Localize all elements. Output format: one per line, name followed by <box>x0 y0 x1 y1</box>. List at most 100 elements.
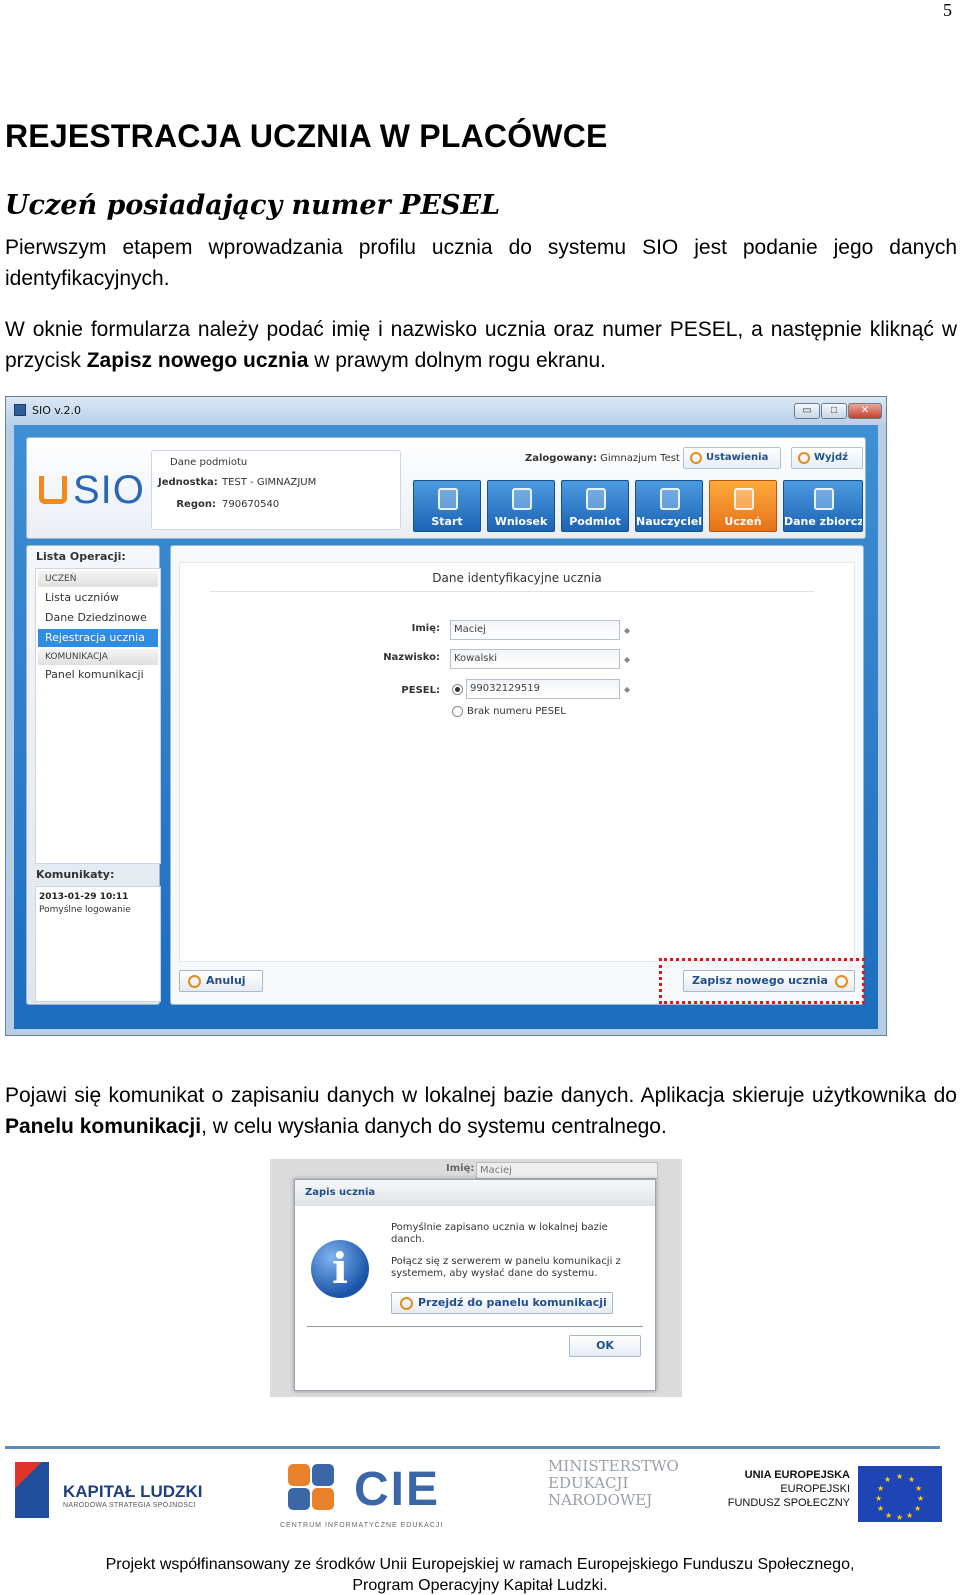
cie-square-icon <box>288 1488 310 1510</box>
info-icon: i <box>311 1240 369 1298</box>
first-name-input[interactable]: Maciej <box>450 620 620 640</box>
maximize-button[interactable]: □ <box>821 403 847 419</box>
message-time: 2013-01-29 10:11 <box>39 892 129 902</box>
men-logo: MINISTERSTWO EDUKACJI NARODOWEJ <box>548 1458 698 1528</box>
unit-label: Jednostka: <box>158 477 218 488</box>
document-title: REJESTRACJA UCZNIA W PLACÓWCE <box>5 118 608 154</box>
logged-in-info: Zalogowany: Gimnazjum Test <box>525 453 680 464</box>
followup-text-end: , w celu wysłania danych do systemu cent… <box>201 1115 667 1138</box>
operations-list: UCZEŃ Lista uczniów Dane Dziedzinowe Rej… <box>35 568 161 864</box>
followup-text-start: Pojawi się komunikat o zapisaniu danych … <box>5 1084 957 1107</box>
eu-line2: EUROPEJSKI <box>780 1483 850 1495</box>
ok-button[interactable]: OK <box>569 1335 641 1357</box>
cie-square-icon <box>312 1464 334 1486</box>
student-icon <box>734 488 754 510</box>
pesel-input[interactable]: 99032129519 <box>466 679 620 699</box>
play-icon <box>438 488 458 510</box>
messages-box: 2013-01-29 10:11 Pomyślne logowanie <box>35 886 161 1002</box>
required-marker: ◆ <box>624 685 631 694</box>
message-text: Pomyślne logowanie <box>39 905 131 915</box>
nav-nauczyciel[interactable]: Nauczyciel <box>635 480 703 532</box>
entity-info-box: Dane podmiotu Jednostka: TEST - GIMNAZJUM… <box>151 450 401 530</box>
logged-in-user: Gimnazjum Test <box>600 453 680 464</box>
save-new-student-button[interactable]: Zapisz nowego ucznia <box>683 970 855 992</box>
eu-line3: FUNDUSZ SPOŁECZNY <box>727 1497 850 1509</box>
no-pesel-radio[interactable] <box>452 706 463 717</box>
go-to-comm-panel-button[interactable]: Przejdź do panelu komunikacji <box>391 1292 613 1314</box>
logout-button[interactable]: Wyjdź <box>791 447 863 469</box>
minimize-button[interactable]: ▭ <box>794 403 820 419</box>
cie-square-icon <box>288 1464 310 1486</box>
unit-value: TEST - GIMNAZJUM <box>222 477 317 488</box>
cie-logo: CIE CENTRUM INFORMATYCZNE EDUKACJI <box>280 1458 480 1534</box>
ops-item-domain-data[interactable]: Dane Dziedzinowe <box>38 609 158 627</box>
page-number: 5 <box>943 0 952 20</box>
nav-wniosek[interactable]: Wniosek <box>487 480 555 532</box>
section-subtitle: Uczeń posiadający numer PESEL <box>5 190 501 221</box>
close-window-button[interactable]: ✕ <box>848 403 882 419</box>
settings-button[interactable]: Ustawienia <box>683 447 781 469</box>
nav-uczen-label: Uczeń <box>724 515 762 528</box>
nav-start[interactable]: Start <box>413 480 481 532</box>
app-icon <box>14 404 26 416</box>
sio-logo-icon <box>39 476 67 504</box>
ops-section-communication: KOMUNIKACJA <box>38 649 158 665</box>
teacher-icon <box>660 488 680 510</box>
last-name-input[interactable]: Kowalski <box>450 649 620 669</box>
cie-logo-text: CIE <box>354 1463 441 1516</box>
kapital-ludzki-flag-icon <box>15 1462 49 1518</box>
required-marker: ◆ <box>624 626 631 635</box>
sio-window-screenshot: SIO v.2.0 ▭ □ ✕ SIO Dane podmiotu Jednos… <box>5 396 887 1036</box>
cancel-button[interactable]: Anuluj <box>179 970 263 992</box>
messages-title: Komunikaty: <box>36 868 115 881</box>
eu-logo: UNIA EUROPEJSKA EUROPEJSKI FUNDUSZ SPOŁE… <box>728 1458 950 1528</box>
entity-box-legend: Dane podmiotu <box>170 457 248 468</box>
form-title: Dane identyfikacyjne ucznia <box>432 571 602 585</box>
men-logo-text: MINISTERSTWO EDUKACJI NARODOWEJ <box>548 1457 679 1509</box>
form-divider <box>210 591 814 592</box>
save-student-dialog: Zapis ucznia i Pomyślnie zapisano ucznia… <box>294 1179 656 1391</box>
kapital-ludzki-logo: KAPITAŁ LUDZKI NARODOWA STRATEGIA SPÓJNO… <box>5 1458 205 1528</box>
cie-subtitle: CENTRUM INFORMATYCZNE EDUKACJI <box>280 1522 444 1529</box>
followup-bold-panel-name: Panelu komunikacji <box>5 1115 202 1138</box>
followup-paragraph: Pojawi się komunikat o zapisaniu danych … <box>5 1080 957 1142</box>
footer-rule <box>5 1446 940 1449</box>
app-header: SIO Dane podmiotu Jednostka: TEST - GIMNA… <box>26 437 866 539</box>
kapital-ludzki-title: KAPITAŁ LUDZKI <box>63 1482 203 1501</box>
pesel-label: PESEL: <box>401 685 440 696</box>
window-titlebar: SIO v.2.0 ▭ □ ✕ <box>6 397 886 425</box>
dialog-message-saved: Pomyślnie zapisano ucznia w lokalnej baz… <box>391 1222 608 1245</box>
pesel-radio[interactable] <box>452 684 463 695</box>
dialog-separator <box>307 1326 643 1327</box>
nav-dane-zbiorcze[interactable]: Dane zbiorcze <box>783 480 863 532</box>
ops-item-comm-panel[interactable]: Panel komunikacji <box>38 666 158 684</box>
stack-icon <box>814 488 834 510</box>
nav-podmiot[interactable]: Podmiot <box>561 480 629 532</box>
instruction-paragraph: W oknie formularza należy podać imię i n… <box>5 314 957 376</box>
footer-note: Projekt współfinansowany ze środków Unii… <box>0 1554 960 1595</box>
nav-nauczyciel-label: Nauczyciel <box>636 515 702 528</box>
operations-panel: Lista Operacji: UCZEŃ Lista uczniów Dane… <box>26 545 161 1005</box>
entity-regon-row: Regon: 790670540 <box>158 499 279 510</box>
ops-item-students-list[interactable]: Lista uczniów <box>38 589 158 607</box>
instruction-bold-button-name: Zapisz nowego ucznia <box>86 349 309 372</box>
cie-square-icon <box>312 1488 334 1510</box>
footer-note-line1: Projekt współfinansowany ze środków Unii… <box>105 1556 855 1573</box>
arrow-right-icon <box>400 1297 413 1310</box>
sio-logo-text: SIO <box>73 468 145 512</box>
student-form: Dane identyfikacyjne ucznia Imię: Maciej… <box>179 562 855 962</box>
bg-first-name-label: Imię: <box>446 1163 475 1174</box>
eu-title: UNIA EUROPEJSKA <box>744 1469 850 1481</box>
nav-uczen[interactable]: Uczeń <box>709 480 777 532</box>
dialog-message-connect: Połącz się z serwerem w panelu komunikac… <box>391 1256 621 1279</box>
instruction-text-end: w prawym dolnym rogu ekranu. <box>308 349 607 372</box>
window-title: SIO v.2.0 <box>32 404 82 417</box>
clock-icon <box>690 452 702 464</box>
last-name-label: Nazwisko: <box>383 652 440 663</box>
building-icon <box>586 488 606 510</box>
nav-podmiot-label: Podmiot <box>569 515 621 528</box>
main-panel: Dane identyfikacyjne ucznia Imię: Maciej… <box>170 545 865 1005</box>
ops-item-registration[interactable]: Rejestracja ucznia <box>38 629 158 647</box>
first-name-label: Imię: <box>411 623 440 634</box>
logout-button-label: Wyjdź <box>814 452 848 463</box>
